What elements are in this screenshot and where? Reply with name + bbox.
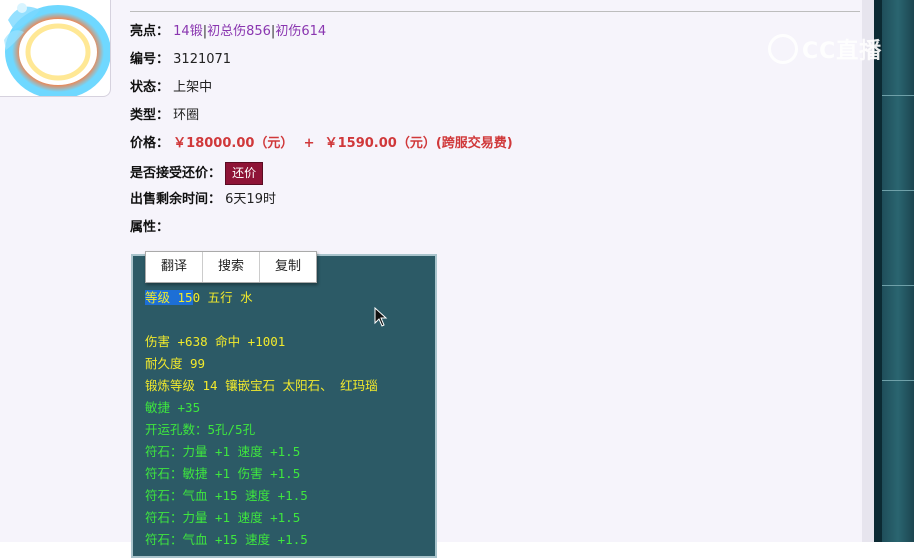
highlights-row: 亮点： 14锻|初总伤856|初伤614 (130, 22, 326, 42)
type-row: 类型： 环圈 (130, 106, 199, 126)
sidebar-divider (882, 95, 914, 96)
cc-logo-icon (768, 34, 798, 64)
highlights-label: 亮点： (130, 24, 170, 39)
highlight-total-damage[interactable]: 初总伤856 (207, 24, 271, 39)
price-row: 价格： ￥18000.00（元） + ￥1590.00（元）(跨服交易费) (130, 134, 513, 154)
attr-line[interactable]: 开运孔数：5孔/5孔 (145, 420, 255, 440)
bargain-label: 是否接受还价： (130, 166, 222, 181)
attr-row: 属性： (130, 218, 169, 238)
time-label: 出售剩余时间： (130, 192, 222, 207)
type-value: 环圈 (173, 108, 200, 123)
attr-line[interactable]: 符石：力量 +1 速度 +1.5 (145, 442, 300, 462)
time-value: 6天19时 (225, 192, 276, 207)
watermark-text: CC直播 (802, 39, 883, 64)
menu-item-copy[interactable]: 复制 (260, 252, 316, 282)
fee-value: ￥1590.00（元）(跨服交易费) (324, 136, 513, 151)
attr-line[interactable]: 符石：敏捷 +1 伤害 +1.5 (145, 464, 300, 484)
attr-line[interactable]: 伤害 +638 命中 +1001 (145, 332, 285, 352)
selected-text[interactable]: 等级 15 (145, 290, 193, 305)
mouse-cursor-icon (374, 307, 388, 327)
id-value: 3121071 (173, 52, 232, 67)
type-label: 类型： (130, 108, 170, 123)
attr-line[interactable]: 符石：气血 +15 速度 +1.5 (145, 530, 308, 550)
sidebar-divider (882, 380, 914, 381)
id-row: 编号： 3121071 (130, 50, 231, 70)
sidebar-edge (874, 0, 882, 542)
top-divider (130, 11, 860, 12)
attr-line[interactable]: 符石：力量 +1 速度 +1.5 (145, 508, 300, 528)
attribute-panel: 等级 150 五行 水 伤害 +638 命中 +1001 耐久度 99 锻炼等级… (131, 254, 437, 558)
attr-line[interactable]: 锻炼等级 14 镶嵌宝石 太阳石、 红玛瑙 (145, 376, 378, 396)
attr-level-line[interactable]: 等级 150 五行 水 (145, 288, 253, 308)
attr-line[interactable]: 耐久度 99 (145, 354, 205, 374)
attr-label: 属性： (130, 220, 170, 235)
attr-line[interactable]: 敏捷 +35 (145, 398, 200, 418)
bargain-button[interactable]: 还价 (225, 162, 264, 185)
price-value: ￥18000.00（元） (173, 136, 294, 151)
status-value: 上架中 (173, 80, 213, 95)
price-plus: + (303, 136, 315, 151)
sidebar-divider (882, 190, 914, 191)
item-detail-page: 亮点： 14锻|初总伤856|初伤614 编号： 3121071 状态： 上架中… (0, 0, 862, 558)
context-menu: 翻译 搜索 复制 (145, 251, 317, 283)
sidebar-panel (882, 0, 914, 542)
attr-level-rest[interactable]: 0 五行 水 (193, 290, 253, 305)
id-label: 编号： (130, 52, 170, 67)
status-row: 状态： 上架中 (130, 78, 212, 98)
sidebar-divider (882, 285, 914, 286)
scroll-gutter (862, 0, 874, 542)
ring-image-icon (4, 3, 110, 96)
status-label: 状态： (130, 80, 170, 95)
menu-item-translate[interactable]: 翻译 (146, 252, 203, 282)
stream-watermark: CC直播 (768, 32, 888, 66)
right-sidebar (862, 0, 914, 542)
menu-item-search[interactable]: 搜索 (203, 252, 260, 282)
highlight-damage[interactable]: 初伤614 (275, 24, 326, 39)
bargain-row: 是否接受还价： 还价 (130, 162, 264, 186)
time-row: 出售剩余时间： 6天19时 (130, 190, 276, 210)
item-image[interactable] (0, 0, 111, 97)
price-label: 价格： (130, 136, 170, 151)
highlight-forge[interactable]: 14锻 (173, 24, 203, 39)
attr-line[interactable]: 符石：气血 +15 速度 +1.5 (145, 486, 308, 506)
